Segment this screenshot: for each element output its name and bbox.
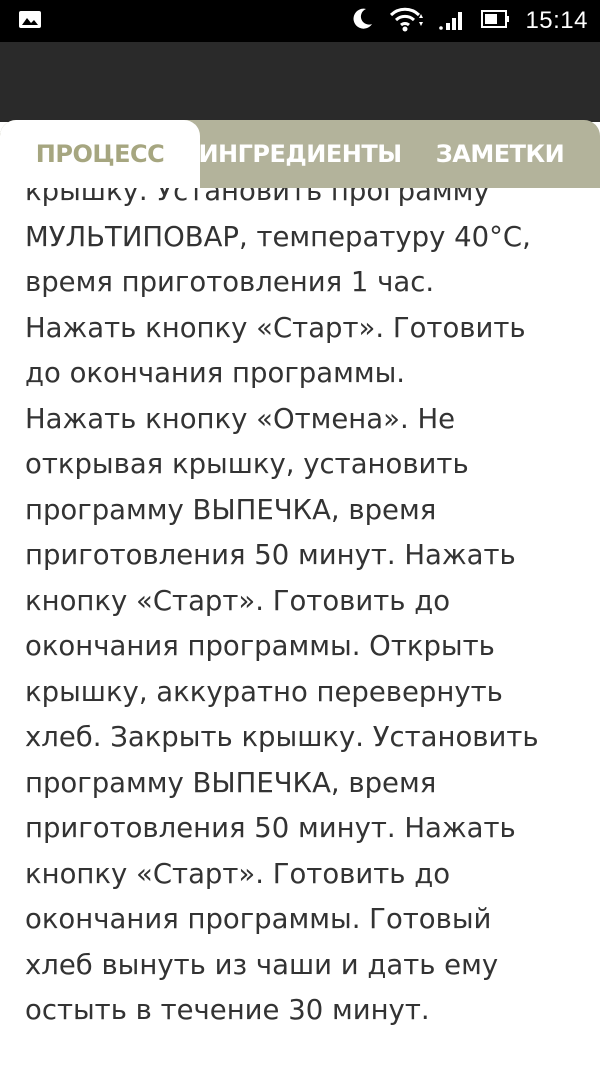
tab-ingredients-label: ИНГРЕДИЕНТЫ	[198, 140, 402, 168]
app-bar	[0, 42, 600, 122]
tab-process[interactable]: ПРОЦЕСС	[0, 120, 200, 188]
tab-bar: ПРОЦЕСС ИНГРЕДИЕНТЫ ЗАМЕТКИ	[0, 120, 600, 188]
recipe-process-text: крышку. Установить программу МУЛЬТИПОВАР…	[25, 188, 539, 1026]
status-time: 15:14	[525, 7, 588, 34]
moon-icon	[349, 6, 375, 36]
battery-icon	[481, 8, 511, 34]
tab-notes-label: ЗАМЕТКИ	[435, 140, 565, 168]
status-bar: 15:14	[0, 0, 600, 42]
wifi-icon	[389, 6, 425, 36]
image-notification-icon	[18, 9, 42, 31]
cell-signal-icon	[439, 7, 467, 35]
tab-notes[interactable]: ЗАМЕТКИ	[400, 120, 600, 188]
tab-ingredients[interactable]: ИНГРЕДИЕНТЫ	[198, 120, 402, 188]
tab-process-label: ПРОЦЕСС	[35, 140, 165, 168]
recipe-process-content[interactable]: крышку. Установить программу МУЛЬТИПОВАР…	[0, 188, 600, 1065]
